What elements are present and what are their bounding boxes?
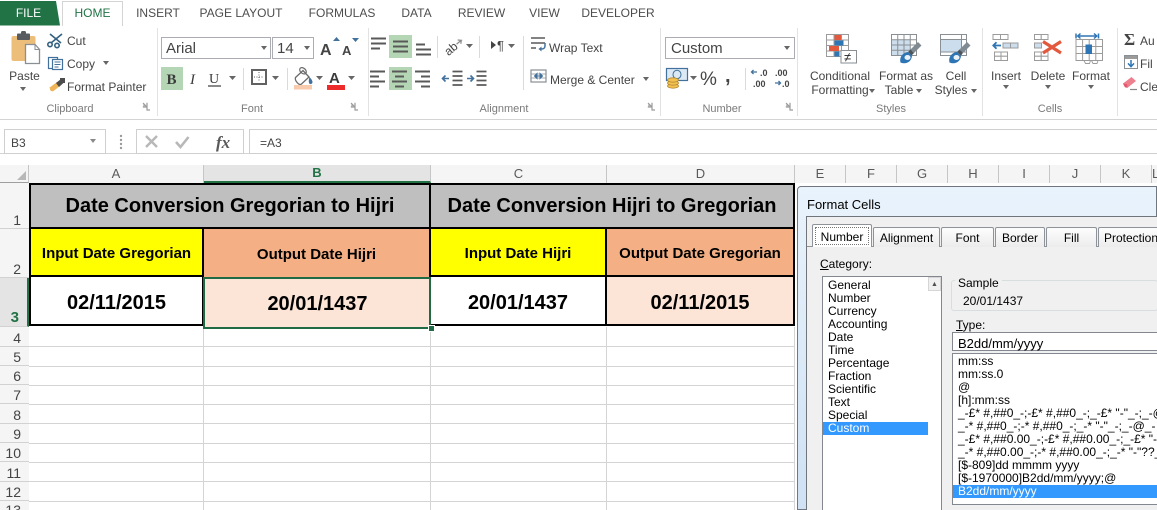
- svg-text:U: U: [209, 72, 219, 87]
- svg-text:A: A: [329, 70, 340, 87]
- svg-text:ab: ab: [441, 39, 460, 59]
- svg-text:B: B: [167, 72, 177, 88]
- svg-text:Σ: Σ: [1124, 30, 1135, 49]
- svg-text:.0: .0: [760, 68, 768, 78]
- svg-text:.00: .00: [753, 79, 766, 89]
- svg-text:fx: fx: [216, 133, 231, 152]
- svg-text:¶: ¶: [497, 38, 504, 53]
- svg-text:,: ,: [725, 65, 731, 87]
- svg-text:≠: ≠: [844, 50, 851, 65]
- svg-text:.0: .0: [782, 79, 790, 89]
- svg-text:.00: .00: [775, 68, 788, 78]
- svg-text:A: A: [320, 42, 332, 59]
- svg-text:%: %: [700, 69, 717, 90]
- svg-text:I: I: [189, 72, 196, 88]
- svg-text:A: A: [342, 43, 352, 58]
